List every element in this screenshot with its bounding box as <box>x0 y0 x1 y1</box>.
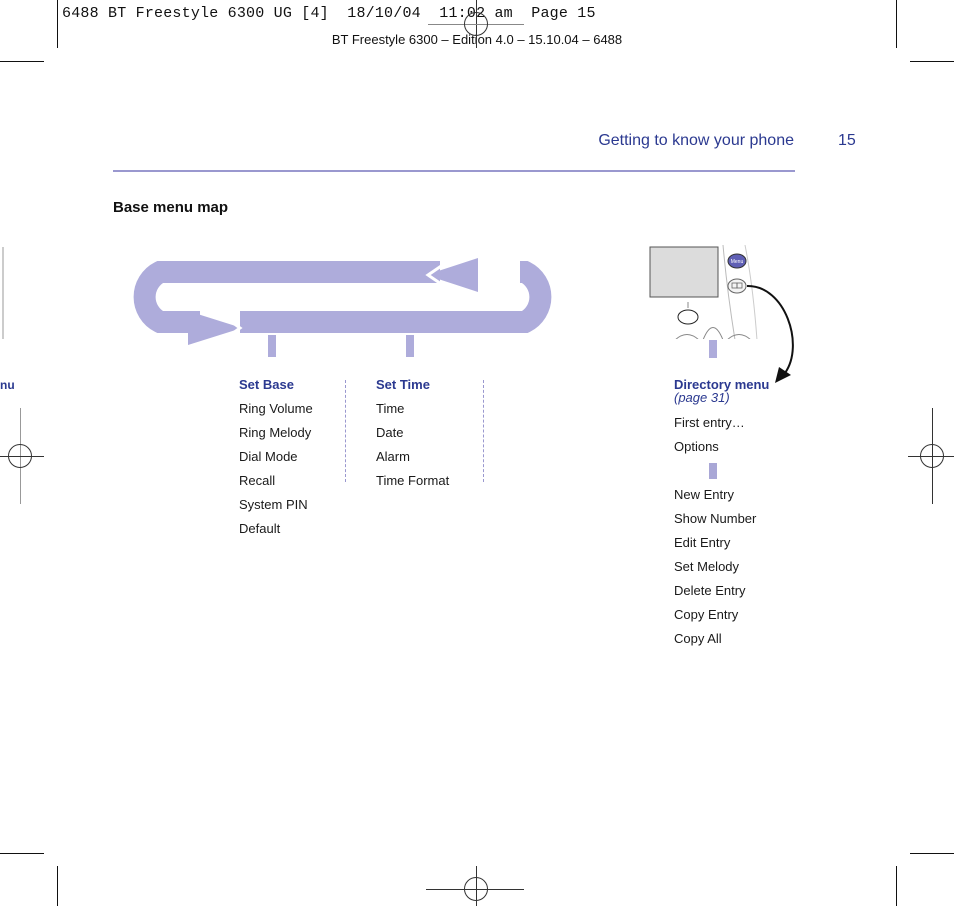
column-separator <box>483 380 484 482</box>
menu-item: Default <box>239 521 281 536</box>
connector-set-time <box>406 335 414 357</box>
registration-mark-left <box>0 408 44 504</box>
menu-set-base: Set Base Ring Volume Ring Melody Dial Mo… <box>239 373 313 541</box>
menu-item: Edit Entry <box>674 535 731 550</box>
registration-mark-right <box>908 408 954 504</box>
connector-set-base <box>268 335 276 357</box>
registration-mark-top <box>428 0 524 48</box>
menu-item: Copy All <box>674 631 722 646</box>
menu-item: Time Format <box>376 473 450 488</box>
crop-mark-bottom-right-h <box>910 853 954 854</box>
arrow-down-icon <box>775 367 791 383</box>
menu-item: First entry… <box>674 415 745 430</box>
menu-item: Options <box>674 439 719 454</box>
menu-heading-set-base: Set Base <box>239 377 294 392</box>
section-title: Base menu map <box>113 199 229 216</box>
crop-mark-top-left-h <box>0 61 44 62</box>
registration-mark-bottom <box>426 866 524 906</box>
menu-item: New Entry <box>674 487 734 502</box>
menu-item: Ring Melody <box>239 425 312 440</box>
header-rule <box>113 170 795 172</box>
menu-item: Copy Entry <box>674 607 739 622</box>
left-edge-bar <box>2 247 4 339</box>
crop-mark-bottom-left-h <box>0 853 44 854</box>
crop-mark-bottom-left-v <box>57 866 58 906</box>
menu-item: Recall <box>239 473 276 488</box>
menu-item: Set Melody <box>674 559 740 574</box>
connector-directory <box>709 340 717 358</box>
left-margin-partial-text: nu <box>0 378 15 392</box>
crop-mark-bottom-right-v <box>896 866 897 906</box>
column-separator <box>345 380 346 482</box>
handset-display <box>649 246 719 298</box>
crop-mark-top-right-h <box>910 61 954 62</box>
menu-item: Date <box>376 425 404 440</box>
handset-illustration: Menu <box>645 245 794 383</box>
menu-set-time: Set Time Time Date Alarm Time Format <box>376 373 449 493</box>
curved-arrow <box>746 284 794 374</box>
arrow-right-icon <box>188 311 242 345</box>
menu-item: Delete Entry <box>674 583 746 598</box>
menu-item: System PIN <box>239 497 308 512</box>
menu-item: Alarm <box>376 449 410 464</box>
menu-item: Show Number <box>674 511 757 526</box>
menu-heading-set-time: Set Time <box>376 377 430 392</box>
menu-item: Ring Volume <box>239 401 313 416</box>
menu-button-label: Menu <box>731 259 744 265</box>
menu-directory: Directory menu (page 31) First entry… Op… <box>674 373 769 651</box>
options-connector <box>674 459 769 483</box>
loop-track <box>133 261 552 333</box>
menu-item: Time <box>376 401 405 416</box>
soft-key-icon <box>677 309 699 325</box>
menu-item: Dial Mode <box>239 449 298 464</box>
menu-loop-diagram <box>133 258 552 357</box>
chapter-title: Getting to know your phone <box>598 132 794 149</box>
crop-mark-top-right-v <box>896 0 897 48</box>
page-number: 15 <box>838 132 856 149</box>
crop-mark-top-left-v <box>57 0 58 48</box>
